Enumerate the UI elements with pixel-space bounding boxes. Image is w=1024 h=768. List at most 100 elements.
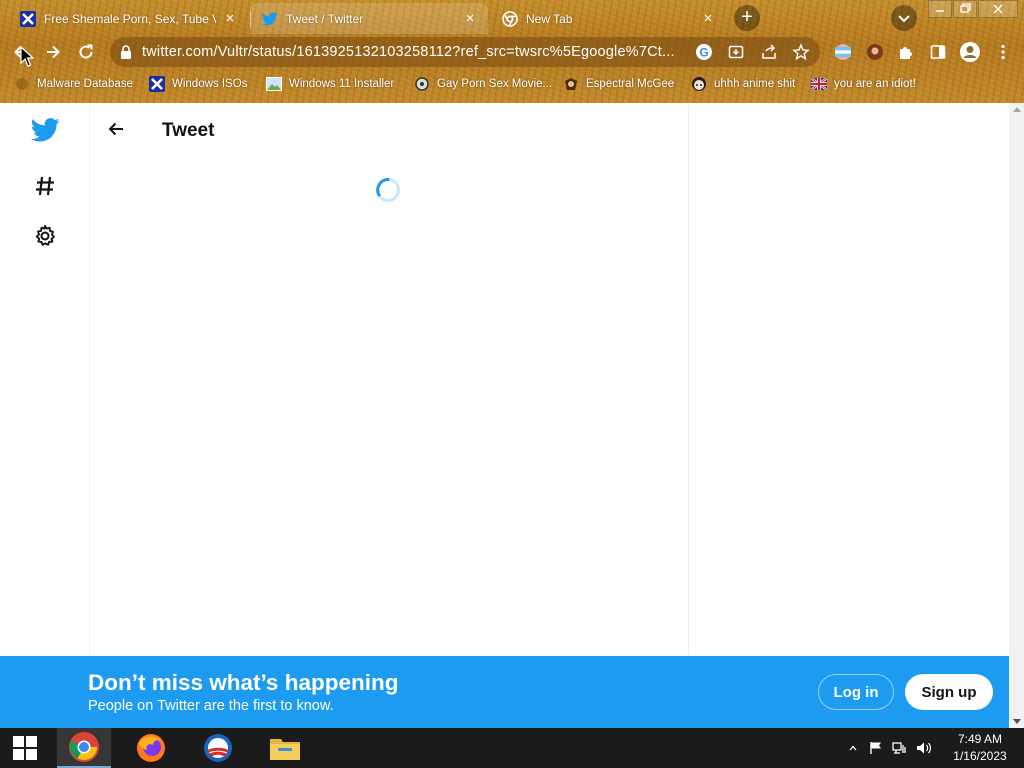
gear-icon — [35, 225, 55, 246]
twitter-bird-icon — [262, 11, 278, 27]
bookmark-label: Windows 11 Installer — [289, 78, 395, 90]
forward-button[interactable] — [40, 39, 66, 65]
left-navigation — [0, 103, 90, 656]
x-icon — [149, 76, 165, 92]
profile-avatar-icon[interactable] — [957, 39, 983, 65]
x-icon — [20, 10, 36, 27]
arrow-right-icon — [47, 45, 60, 59]
tab-close-icon[interactable]: × — [700, 10, 716, 27]
browser-menu-icon[interactable] — [990, 39, 1016, 65]
bookmark-you-are-an-idiot[interactable]: you are an idiot! — [811, 75, 916, 93]
install-app-icon[interactable] — [727, 43, 745, 61]
lock-icon[interactable] — [120, 45, 132, 64]
right-sidebar — [689, 103, 1009, 656]
sign-up-button[interactable]: Sign up — [905, 674, 993, 710]
reload-button[interactable] — [73, 39, 99, 65]
folder-icon — [270, 739, 300, 760]
twitter-page: Tweet — [0, 103, 1009, 656]
taskbar-file-explorer[interactable] — [258, 728, 312, 768]
bookmark-label: Gay Porn Sex Movie... — [437, 78, 553, 90]
google-icon[interactable]: G — [695, 43, 713, 61]
share-icon[interactable] — [760, 43, 778, 61]
taskbar-clock[interactable]: 7:49 AM 1/16/2023 — [942, 731, 1018, 765]
trans-flag-extension-icon[interactable] — [830, 39, 856, 65]
action-center-flag-icon[interactable] — [868, 740, 884, 756]
extensions-puzzle-icon[interactable] — [893, 39, 919, 65]
scroll-down-arrow-icon[interactable] — [1013, 719, 1021, 724]
windows-taskbar: 7:49 AM 1/16/2023 — [0, 728, 1024, 768]
svg-text:G: G — [699, 46, 708, 60]
character-icon — [563, 76, 579, 92]
tab-new-tab[interactable]: New Tab × — [490, 3, 726, 34]
bookmarks-bar: Malware Database Windows ISOs Windows 11… — [0, 72, 1024, 96]
tab-shemale-porn[interactable]: Free Shemale Porn, Sex, Tube Vid × — [8, 3, 248, 34]
star-icon[interactable] — [792, 43, 810, 61]
twitter-home-logo[interactable] — [30, 115, 60, 145]
start-button[interactable] — [0, 728, 50, 768]
tab-close-icon[interactable]: × — [462, 10, 478, 27]
image-icon — [266, 76, 282, 92]
mouse-cursor-icon — [20, 46, 34, 67]
network-icon[interactable] — [892, 740, 908, 756]
log-in-button[interactable]: Log in — [818, 674, 894, 710]
uk-flag-icon — [811, 76, 827, 92]
address-bar[interactable]: twitter.com/Vultr/status/161392513210325… — [110, 37, 820, 67]
chevron-down-icon — [898, 15, 910, 23]
page-scrollbar[interactable] — [1009, 103, 1024, 728]
volume-icon[interactable] — [916, 740, 932, 756]
bookmark-label: Espectral McGee — [586, 78, 675, 90]
tab-title: New Tab — [526, 11, 573, 26]
anime-face-icon — [691, 76, 707, 92]
explore-hashtag-button[interactable] — [30, 171, 60, 201]
bookmark-label: uhhh anime shit — [714, 78, 796, 90]
taskbar-firefox[interactable] — [124, 728, 178, 768]
bookmark-windows-isos[interactable]: Windows ISOs — [149, 75, 247, 93]
side-panel-icon[interactable] — [925, 39, 951, 65]
bookmark-label: Windows ISOs — [172, 78, 248, 90]
loading-spinner — [376, 178, 400, 202]
back-arrow-button[interactable] — [104, 117, 128, 141]
windows-logo-icon — [13, 736, 37, 760]
signup-banner: Don’t miss what’s happening People on Tw… — [0, 656, 1009, 728]
chrome-icon — [69, 732, 99, 762]
tab-title: Tweet / Twitter — [286, 11, 364, 26]
obama-logo-icon — [204, 734, 232, 762]
bookmark-gay-porn-sex-movie[interactable]: Gay Porn Sex Movie... — [414, 75, 552, 93]
minimize-button[interactable] — [928, 0, 952, 18]
bookmark-uhhh-anime-shit[interactable]: uhhh anime shit — [691, 75, 795, 93]
show-hidden-icons-arrow[interactable] — [845, 740, 861, 756]
tab-strip: Free Shemale Porn, Sex, Tube Vid × Tweet… — [0, 0, 1024, 34]
gear-logo-icon — [414, 76, 430, 92]
banner-title: Don’t miss what’s happening — [88, 670, 399, 695]
blank-page-icon — [14, 76, 30, 92]
tab-tweet-twitter[interactable]: Tweet / Twitter × — [250, 3, 488, 34]
tab-search-button[interactable] — [891, 5, 917, 31]
settings-button[interactable] — [30, 221, 60, 251]
clock-date: 1/16/2023 — [953, 749, 1007, 763]
firefox-icon — [137, 734, 165, 762]
banner-subtitle: People on Twitter are the first to know. — [88, 698, 334, 714]
bookmark-espectral-mcgee[interactable]: Espectral McGee — [563, 75, 674, 93]
main-column: Tweet — [90, 103, 689, 656]
scroll-up-arrow-icon[interactable] — [1013, 107, 1021, 112]
twitter-bird-icon — [30, 118, 59, 142]
bookmark-malware-database[interactable]: Malware Database — [14, 75, 133, 93]
bookmark-label: you are an idiot! — [834, 78, 916, 90]
bookmark-label: Malware Database — [37, 78, 133, 90]
tab-title: Free Shemale Porn, Sex, Tube Vid — [44, 11, 216, 26]
taskbar-obama-app[interactable] — [191, 728, 245, 768]
tab-close-icon[interactable]: × — [222, 10, 238, 27]
hashtag-icon — [36, 176, 54, 196]
profile-extension-icon[interactable] — [862, 39, 888, 65]
clock-time: 7:49 AM — [957, 732, 1003, 746]
chevron-up-icon — [849, 745, 857, 751]
browser-toolbar: twitter.com/Vultr/status/161392513210325… — [0, 34, 1024, 70]
chrome-icon — [502, 10, 518, 27]
new-tab-button[interactable]: + — [734, 5, 760, 31]
url-text: twitter.com/Vultr/status/161392513210325… — [142, 44, 675, 60]
restore-button[interactable] — [953, 0, 977, 18]
taskbar-chrome[interactable] — [57, 728, 111, 768]
bookmark-windows-11-installer[interactable]: Windows 11 Installer — [266, 75, 394, 93]
close-window-button[interactable] — [978, 0, 1018, 18]
arrow-left-icon — [108, 122, 123, 136]
